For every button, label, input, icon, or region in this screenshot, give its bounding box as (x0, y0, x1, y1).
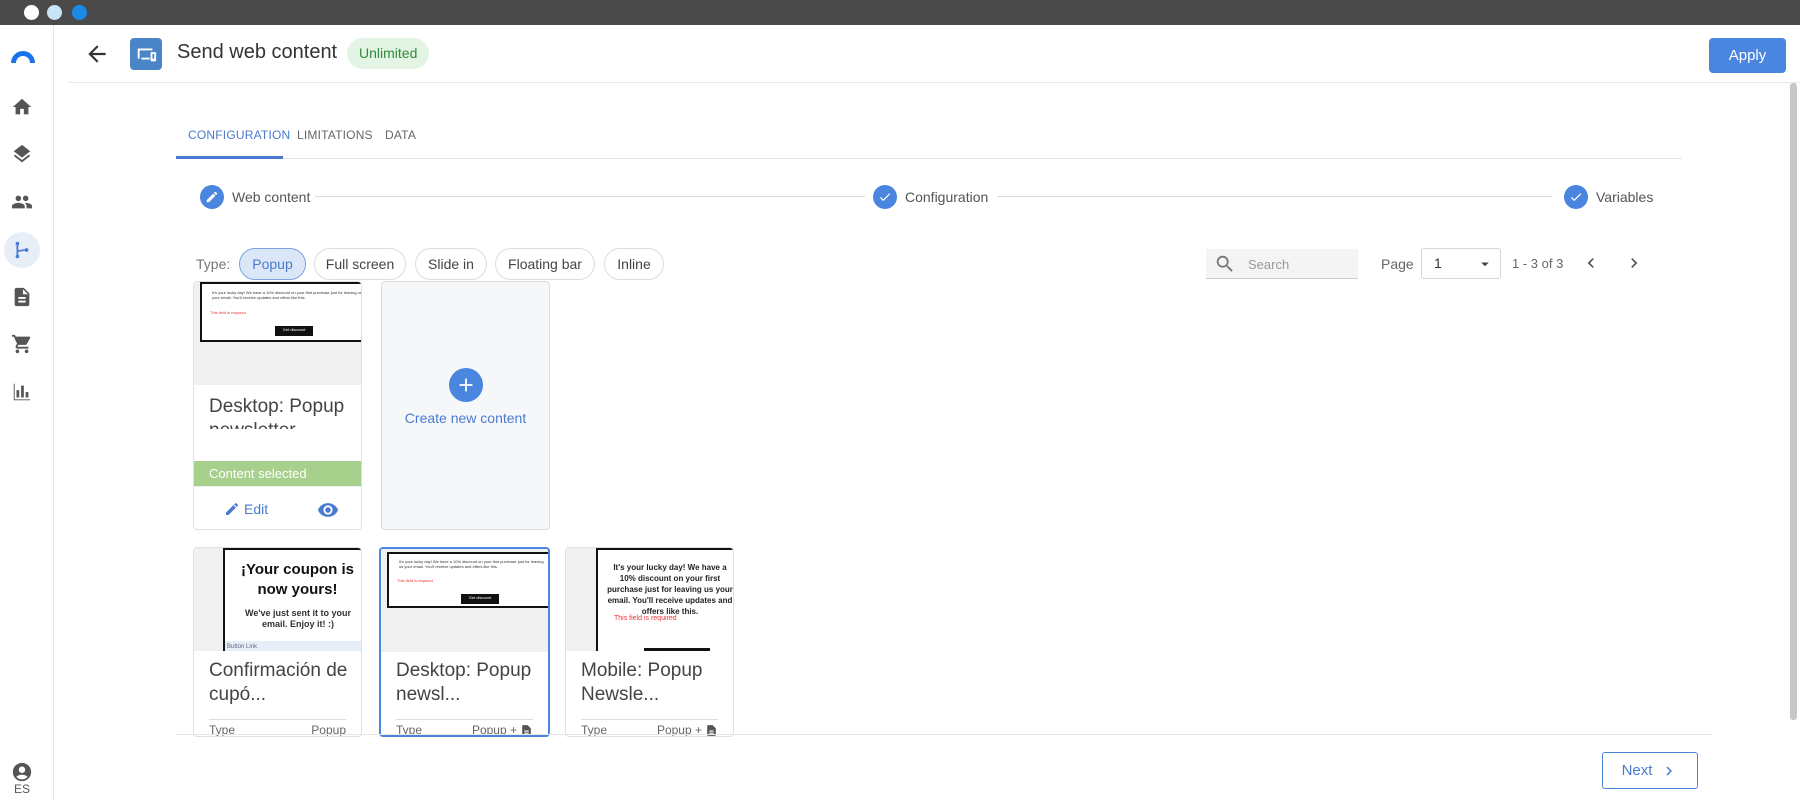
step-label-configuration: Configuration (905, 189, 989, 205)
preview-text: It's your lucky day! We have a 10% disco… (607, 563, 733, 616)
step-label-variables: Variables (1596, 189, 1654, 205)
preview-link: Button Link (225, 641, 361, 651)
content-thumbnail: ¡Your coupon is now yours! We've just se… (194, 548, 361, 651)
chevron-left-icon (1587, 258, 1594, 268)
step-connector (315, 196, 865, 197)
preview-error: This field is required (397, 578, 433, 583)
window-close-dot[interactable] (24, 5, 39, 20)
popup-preview: It's your lucky day! We have a 10% disco… (387, 552, 548, 608)
check-icon (1570, 193, 1582, 202)
window-titlebar (0, 0, 1800, 25)
filter-chip-slide-in[interactable]: Slide in (415, 248, 487, 280)
active-tab-indicator (176, 156, 283, 159)
chevron-right-icon (1666, 766, 1673, 775)
journey-icon[interactable] (4, 232, 40, 268)
page-select-value: 1 (1434, 255, 1442, 271)
next-button[interactable]: Next (1602, 752, 1698, 789)
edit-button[interactable]: Edit (224, 501, 268, 517)
chevron-right-icon (1631, 258, 1638, 268)
mobile-popup-preview: It's your lucky day! We have a 10% disco… (596, 548, 733, 651)
search-icon (1216, 255, 1233, 272)
preview-button: Get discount (461, 594, 499, 604)
layers-icon[interactable] (10, 142, 34, 166)
document-icon[interactable] (10, 285, 34, 309)
stepper: Web content Configuration Variables (200, 185, 1654, 209)
preview-button: Get discount (275, 326, 313, 336)
filter-chip-popup[interactable]: Popup (239, 248, 306, 280)
tab-data[interactable]: DATA (385, 128, 416, 142)
content-thumbnail: It's your lucky day! We have a 10% disco… (381, 549, 548, 652)
plus-icon (449, 368, 483, 402)
preview-error: This field is required (614, 615, 677, 622)
coupon-preview: ¡Your coupon is now yours! We've just se… (223, 548, 361, 651)
create-content-card[interactable]: Create new content (381, 281, 550, 530)
card-title: Desktop: Popup newsl... (396, 660, 532, 705)
card-actions: Edit (194, 486, 361, 529)
preview-eye-icon[interactable] (317, 499, 339, 521)
content-card[interactable]: It's your lucky day! We have a 10% disco… (379, 547, 550, 737)
page-scrollbar[interactable] (1790, 83, 1797, 720)
preview-text: It's your lucky day! We have a 10% disco… (399, 559, 544, 569)
content-card[interactable]: ¡Your coupon is now yours! We've just se… (193, 547, 362, 737)
brand-logo-icon[interactable] (8, 43, 38, 67)
sidebar: ES (0, 25, 54, 800)
window-minimize-dot[interactable] (47, 5, 62, 20)
cart-icon[interactable] (10, 332, 34, 356)
pencil-icon (226, 502, 239, 515)
prev-page-button[interactable] (1580, 252, 1602, 274)
page-label: Page (1381, 256, 1414, 272)
step-configuration[interactable] (873, 185, 897, 209)
back-arrow-icon[interactable] (84, 41, 110, 67)
filter-chip-full-screen[interactable]: Full screen (314, 248, 406, 280)
page-title: Send web content (177, 41, 338, 63)
pencil-icon (206, 191, 218, 203)
apply-button[interactable]: Apply (1709, 38, 1786, 73)
next-label: Next (1621, 762, 1653, 779)
create-content-label: Create new content (404, 410, 527, 426)
account-icon[interactable] (10, 760, 34, 784)
next-page-button[interactable] (1623, 252, 1645, 274)
popup-preview: It's your lucky day! We have a 10% disco… (200, 282, 361, 342)
content-thumbnail: It's your lucky day! We have a 10% disco… (194, 282, 361, 385)
filter-chip-floating-bar[interactable]: Floating bar (495, 248, 595, 280)
content-card[interactable]: It's your lucky day! We have a 10% disco… (565, 547, 734, 737)
content-selected-bar: Content selected (194, 461, 361, 486)
footer-divider (176, 734, 1712, 735)
tab-configuration[interactable]: CONFIGURATION (188, 128, 290, 142)
preview-text: We've just sent it to your email. Enjoy … (245, 608, 351, 629)
card-title: Mobile: Popup Newsle... (581, 660, 703, 705)
language-label[interactable]: ES (0, 782, 44, 796)
card-title: Desktop: Popup newsletter (209, 396, 345, 429)
search-box (1206, 249, 1358, 279)
tab-limitations[interactable]: LIMITATIONS (297, 128, 373, 142)
web-content-icon (130, 38, 162, 70)
tab-bar: CONFIGURATION LIMITATIONS DATA (176, 118, 1682, 159)
type-filter-label: Type: (196, 256, 231, 272)
card-title: Confirmación de cupó... (209, 660, 348, 705)
content-thumbnail: It's your lucky day! We have a 10% disco… (566, 548, 733, 651)
people-icon[interactable] (10, 190, 34, 214)
preview-button-bar (644, 648, 710, 651)
selected-content-card[interactable]: It's your lucky day! We have a 10% disco… (193, 281, 362, 530)
home-icon[interactable] (10, 95, 34, 119)
preview-text: It's your lucky day! We have a 10% disco… (212, 290, 361, 300)
edit-label: Edit (244, 501, 269, 517)
step-label-web-content: Web content (232, 189, 311, 205)
window-maximize-dot[interactable] (72, 5, 87, 20)
search-input[interactable] (1248, 254, 1352, 274)
check-icon (879, 193, 891, 202)
page-select[interactable]: 1 (1421, 248, 1501, 279)
step-web-content[interactable] (200, 185, 224, 209)
preview-heading: ¡Your coupon is now yours! (240, 561, 355, 598)
step-variables[interactable] (1564, 185, 1588, 209)
preview-error: This field is required (210, 310, 246, 315)
filter-chip-inline[interactable]: Inline (604, 248, 664, 280)
pagination-range: 1 - 3 of 3 (1512, 256, 1564, 271)
chart-icon[interactable] (10, 380, 34, 404)
step-connector (997, 196, 1552, 197)
page-header: Send web content Unlimited Apply (68, 25, 1800, 83)
status-badge: Unlimited (347, 38, 430, 69)
caret-down-icon (1481, 262, 1489, 267)
